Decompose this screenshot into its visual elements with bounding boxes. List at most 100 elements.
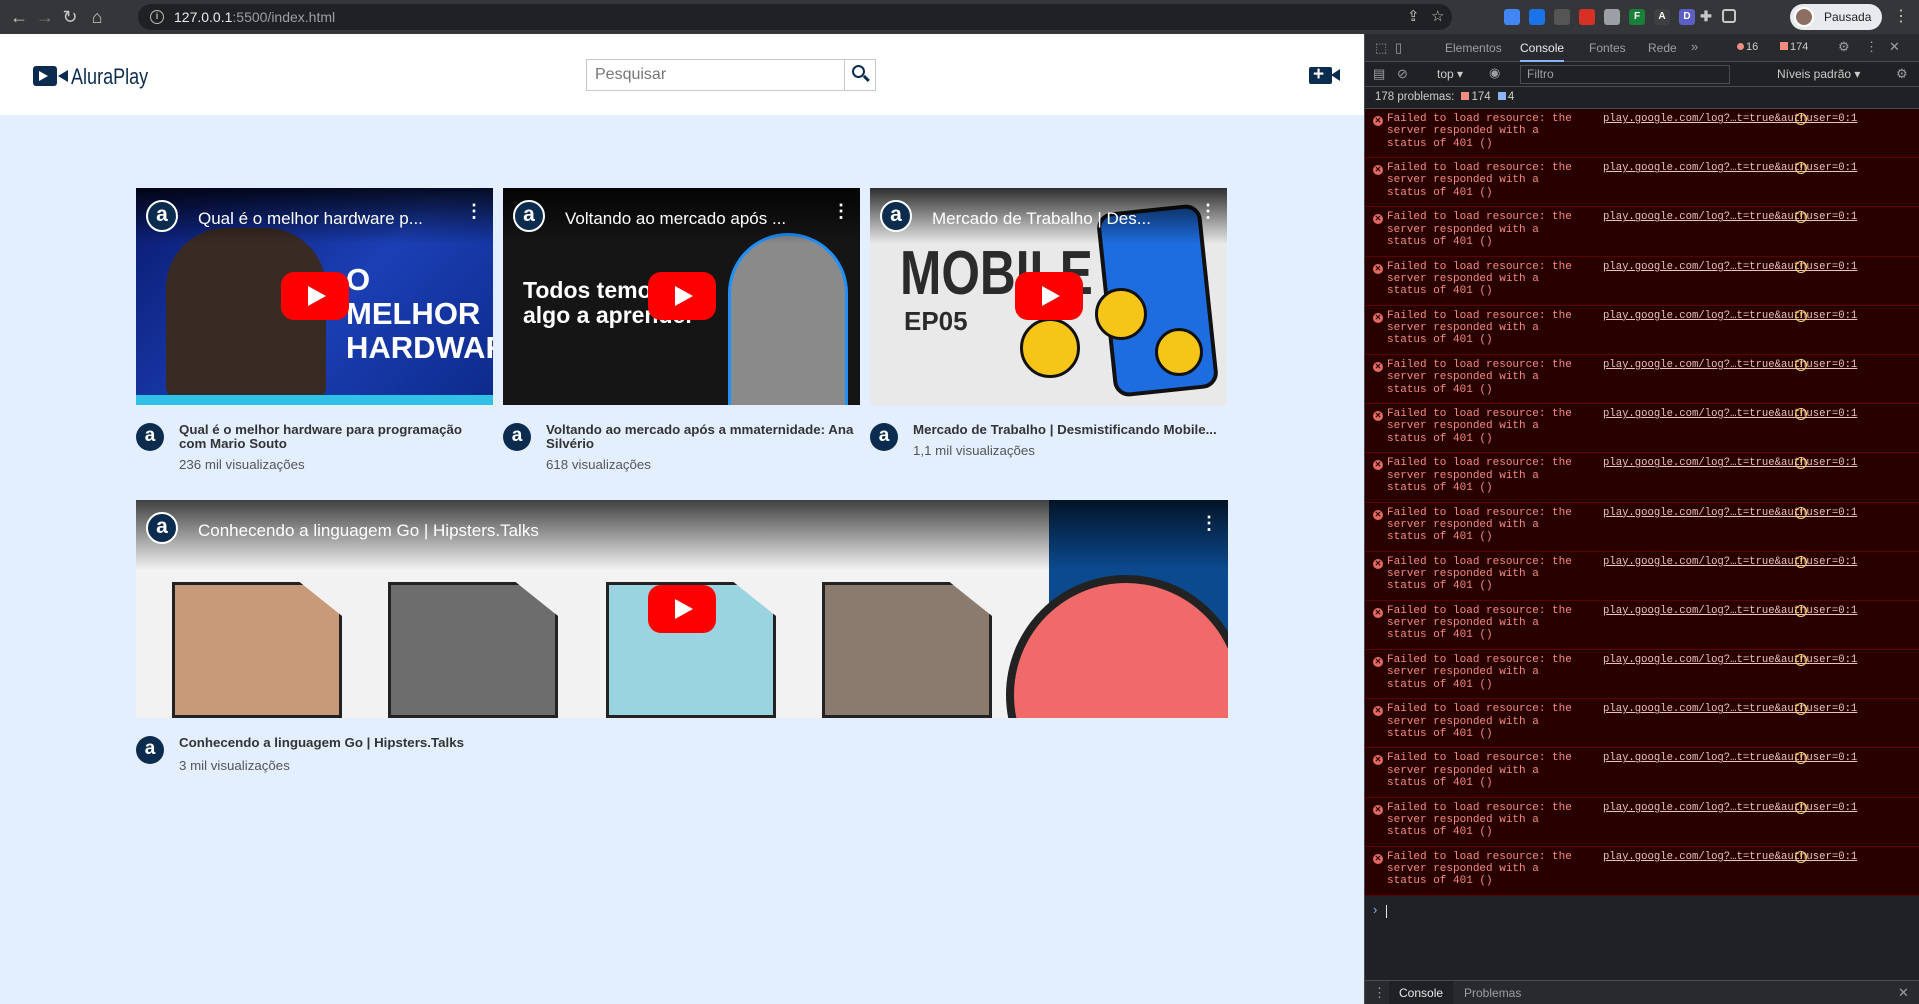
channel-avatar[interactable]: a — [870, 423, 898, 451]
network-request-icon[interactable]: ! — [1795, 850, 1807, 863]
video-title[interactable]: Voltando ao mercado após a mmaternidade:… — [546, 423, 858, 451]
settings-gear-icon[interactable]: ⚙ — [1838, 39, 1850, 55]
devtools-tab-rede[interactable]: Rede — [1648, 34, 1677, 62]
network-request-icon[interactable]: ! — [1795, 358, 1807, 371]
video-title[interactable]: Conhecendo a linguagem Go | Hipsters.Tal… — [198, 521, 898, 541]
video-embed-4[interactable]: a Conhecendo a linguagem Go | Hipsters.T… — [136, 500, 1228, 718]
drawer-tab-problems[interactable]: Problemas — [1464, 981, 1521, 1004]
console-filter-input[interactable]: Filtro — [1520, 65, 1730, 84]
extension-icon[interactable]: A — [1654, 9, 1670, 25]
site-info-icon[interactable]: i — [150, 10, 164, 24]
sidebar-toggle-icon[interactable]: ▤ — [1373, 66, 1385, 82]
channel-avatar[interactable]: a — [136, 423, 164, 451]
problems-summary[interactable]: 178 problemas: 174 4 — [1365, 87, 1919, 109]
bookmark-star-icon[interactable]: ☆ — [1431, 7, 1444, 25]
network-request-icon[interactable]: ! — [1795, 555, 1807, 568]
video-embed-3[interactable]: MOBILE EP05 a Mercado de Trabalho | Des.… — [870, 188, 1227, 405]
close-devtools-icon[interactable]: ✕ — [1889, 39, 1900, 55]
drawer-tab-console[interactable]: Console — [1389, 981, 1454, 1004]
network-request-icon[interactable]: ! — [1795, 113, 1807, 125]
clear-console-icon[interactable]: ⊘ — [1397, 66, 1408, 82]
console-settings-icon[interactable]: ⚙ — [1896, 66, 1908, 82]
video-embed-2[interactable]: Todos temos algo a aprender a Voltando a… — [503, 188, 860, 405]
devtools-tab-console[interactable]: Console — [1520, 34, 1565, 62]
upload-video-button[interactable]: + — [1309, 64, 1340, 86]
network-request-icon[interactable]: ! — [1795, 506, 1807, 519]
more-options-icon[interactable]: ⋮ — [832, 202, 850, 220]
source-link[interactable]: play.google.com/log?…t=true&authuser=0:1 — [1603, 703, 1857, 715]
source-link[interactable]: play.google.com/log?…t=true&authuser=0:1 — [1603, 507, 1857, 519]
extension-icon[interactable] — [1604, 9, 1620, 25]
video-title[interactable]: Qual é o melhor hardware p... — [198, 209, 438, 229]
devtools-menu-icon[interactable]: ⋮ — [1865, 39, 1878, 55]
log-levels-dropdown[interactable]: Níveis padrão ▾ — [1777, 67, 1860, 81]
close-drawer-icon[interactable]: ✕ — [1898, 985, 1909, 1001]
source-link[interactable]: play.google.com/log?…t=true&authuser=0:1 — [1603, 752, 1857, 764]
network-request-icon[interactable]: ! — [1795, 260, 1807, 273]
channel-avatar[interactable]: a — [513, 200, 545, 232]
source-link[interactable]: play.google.com/log?…t=true&authuser=0:1 — [1603, 261, 1857, 273]
home-icon[interactable]: ⌂ — [84, 4, 110, 30]
video-title[interactable]: Mercado de Trabalho | Desmistificando Mo… — [913, 423, 1225, 437]
search-button[interactable] — [844, 60, 875, 90]
source-link[interactable]: play.google.com/log?…t=true&authuser=0:1 — [1603, 556, 1857, 568]
share-icon[interactable]: ⇪ — [1407, 7, 1420, 25]
more-options-icon[interactable]: ⋮ — [1199, 202, 1217, 220]
error-count-badge[interactable]: 16 — [1737, 41, 1758, 53]
browser-menu-icon[interactable]: ⋮ — [1893, 6, 1909, 26]
play-button[interactable] — [648, 585, 716, 633]
extensions-puzzle-icon[interactable]: ✚ — [1698, 9, 1714, 25]
side-panel-icon[interactable] — [1722, 9, 1736, 23]
source-link[interactable]: play.google.com/log?…t=true&authuser=0:1 — [1603, 359, 1857, 371]
play-button[interactable] — [648, 272, 716, 320]
inspect-element-icon[interactable]: ⬚ — [1375, 40, 1387, 56]
play-button[interactable] — [281, 272, 349, 320]
source-link[interactable]: play.google.com/log?…t=true&authuser=0:1 — [1603, 605, 1857, 617]
source-link[interactable]: play.google.com/log?…t=true&authuser=0:1 — [1603, 113, 1857, 125]
video-title[interactable]: Mercado de Trabalho | Des... — [932, 209, 1172, 229]
url-text[interactable]: 127.0.0.1:5500/index.html — [174, 9, 335, 25]
video-title[interactable]: Voltando ao mercado após ... — [565, 209, 805, 229]
context-selector[interactable]: top ▾ — [1437, 67, 1463, 81]
source-link[interactable]: play.google.com/log?…t=true&authuser=0:1 — [1603, 162, 1857, 174]
channel-avatar[interactable]: a — [136, 736, 164, 764]
devtools-tab-elementos[interactable]: Elementos — [1445, 34, 1502, 62]
channel-avatar[interactable]: a — [146, 512, 178, 544]
channel-avatar[interactable]: a — [880, 200, 912, 232]
extension-icon[interactable]: F — [1629, 9, 1645, 25]
forward-icon[interactable]: → — [32, 4, 58, 30]
more-tabs-icon[interactable]: » — [1691, 39, 1698, 54]
channel-avatar[interactable]: a — [503, 423, 531, 451]
extension-icon[interactable]: D — [1679, 9, 1695, 25]
devtools-tab-fontes[interactable]: Fontes — [1589, 34, 1626, 62]
video-title[interactable]: Conhecendo a linguagem Go | Hipsters.Tal… — [179, 736, 779, 750]
source-link[interactable]: play.google.com/log?…t=true&authuser=0:1 — [1603, 654, 1857, 666]
source-link[interactable]: play.google.com/log?…t=true&authuser=0:1 — [1603, 310, 1857, 322]
extension-icon[interactable] — [1579, 9, 1595, 25]
source-link[interactable]: play.google.com/log?…t=true&authuser=0:1 — [1603, 457, 1857, 469]
play-button[interactable] — [1015, 272, 1083, 320]
drawer-menu-icon[interactable]: ⋮ — [1373, 985, 1386, 1001]
extension-icon[interactable] — [1529, 9, 1545, 25]
back-icon[interactable]: ← — [6, 4, 32, 30]
source-link[interactable]: play.google.com/log?…t=true&authuser=0:1 — [1603, 408, 1857, 420]
profile-button[interactable]: Pausada — [1790, 4, 1882, 30]
source-link[interactable]: play.google.com/log?…t=true&authuser=0:1 — [1603, 802, 1857, 814]
network-request-icon[interactable]: ! — [1795, 801, 1807, 814]
reload-icon[interactable]: ↻ — [57, 4, 83, 30]
source-link[interactable]: play.google.com/log?…t=true&authuser=0:1 — [1603, 851, 1857, 863]
network-request-icon[interactable]: ! — [1795, 604, 1807, 617]
video-title[interactable]: Qual é o melhor hardware para programaçã… — [179, 423, 491, 451]
device-toolbar-icon[interactable]: ▯ — [1395, 40, 1402, 56]
more-options-icon[interactable]: ⋮ — [1200, 514, 1218, 532]
live-expression-eye-icon[interactable]: ◉ — [1489, 65, 1500, 81]
source-link[interactable]: play.google.com/log?…t=true&authuser=0:1 — [1603, 211, 1857, 223]
network-request-icon[interactable]: ! — [1795, 654, 1807, 667]
issue-count-badge[interactable]: 174 — [1780, 41, 1808, 53]
console-input[interactable] — [1386, 905, 1387, 918]
address-bar[interactable]: i 127.0.0.1:5500/index.html ⇪ ☆ — [138, 4, 1452, 30]
channel-avatar[interactable]: a — [146, 200, 178, 232]
extension-icon[interactable] — [1504, 9, 1520, 25]
search-input[interactable] — [587, 60, 845, 90]
extension-icon[interactable] — [1554, 9, 1570, 25]
